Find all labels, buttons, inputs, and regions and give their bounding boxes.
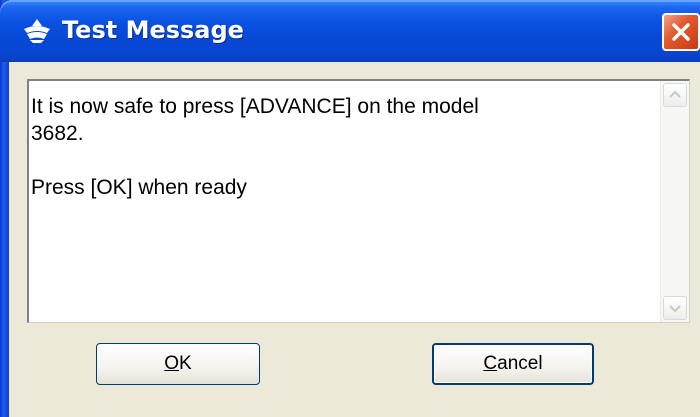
ok-button-accelerator: O (164, 353, 180, 374)
message-textbox[interactable]: It is now safe to press [ADVANCE] on the… (27, 79, 690, 323)
cancel-button-accelerator: C (483, 353, 498, 374)
message-line: 3682. (31, 122, 84, 145)
ok-button-label: K (179, 353, 192, 374)
cancel-button[interactable]: Cancel (432, 343, 594, 385)
message-line: It is now safe to press [ADVANCE] on the… (31, 95, 479, 118)
dialog-window: Test Message It is now safe to press [AD… (0, 0, 700, 417)
scroll-down-button[interactable] (663, 296, 687, 320)
window-title: Test Message (62, 16, 244, 44)
message-text: It is now safe to press [ADVANCE] on the… (31, 93, 651, 201)
title-bar[interactable]: Test Message (0, 0, 700, 62)
close-button[interactable] (662, 13, 700, 51)
ok-button[interactable]: OK (96, 343, 260, 385)
cancel-button-label: ancel (497, 353, 543, 374)
chevron-down-icon (669, 305, 681, 313)
close-icon (672, 23, 690, 41)
chevron-up-icon (669, 90, 681, 98)
vertical-scrollbar[interactable] (660, 81, 689, 322)
scroll-up-button[interactable] (663, 83, 687, 107)
message-line: Press [OK] when ready (31, 176, 247, 199)
app-icon (24, 19, 50, 43)
window-frame (0, 0, 9, 417)
